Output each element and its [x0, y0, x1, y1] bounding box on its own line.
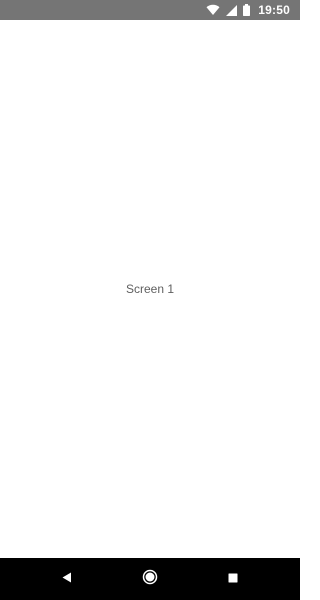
- app-screen: 19:50 Screen 1: [0, 0, 300, 600]
- back-button[interactable]: [59, 571, 75, 587]
- back-icon: [62, 570, 72, 588]
- home-button[interactable]: [142, 569, 158, 590]
- status-icons: 19:50: [206, 0, 290, 20]
- recents-icon: [228, 570, 238, 588]
- recents-button[interactable]: [225, 571, 241, 587]
- home-icon: [142, 569, 158, 590]
- battery-icon: [243, 4, 251, 16]
- wifi-icon: [206, 4, 220, 16]
- cell-signal-icon: [226, 4, 238, 16]
- status-time: 19:50: [258, 3, 290, 17]
- main-content: Screen 1: [0, 20, 300, 558]
- screen-label: Screen 1: [125, 282, 175, 296]
- navigation-bar: [0, 558, 300, 600]
- status-bar: 19:50: [0, 0, 300, 20]
